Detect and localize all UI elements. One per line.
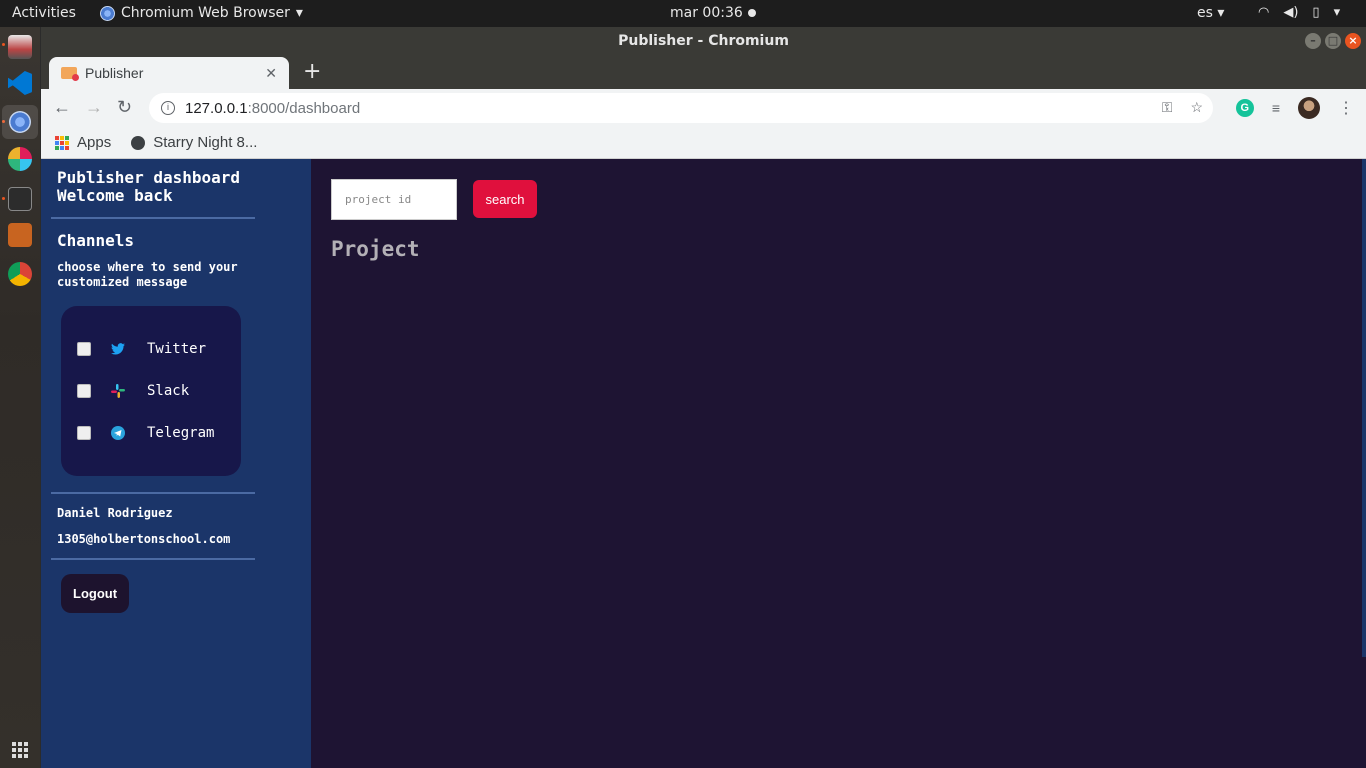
url-host: 127.0.0.1 [185,99,248,117]
chromium-icon [100,5,115,21]
window-titlebar: Publisher - Chromium – □ × [41,27,1366,55]
volume-icon: ◀) [1283,5,1299,20]
key-icon[interactable]: ⚿ [1162,99,1173,116]
reload-icon[interactable]: ↻ [117,97,132,118]
url-path: :8000/dashboard [247,99,361,117]
chromium-icon [9,111,31,133]
back-icon[interactable]: ← [53,97,71,118]
chevron-down-icon: ▾ [1333,5,1341,20]
app-menu[interactable]: Chromium Web Browser ▾ [100,5,303,21]
clock-label: mar 00:36 [670,5,743,21]
browser-menu-icon[interactable]: ⋮ [1338,98,1354,118]
divider [51,558,255,560]
welcome-text: Welcome back [57,186,173,205]
close-window-icon[interactable]: × [1345,33,1361,49]
sidebar-title: Publisher dashboard Welcome back [57,169,311,205]
media-queue-icon[interactable]: ≡ [1272,100,1280,116]
bookmark-apps[interactable]: Apps [55,134,111,151]
omnibox-actions: ⚿ ☆ [1162,99,1203,116]
system-tray[interactable]: ◠ ◀) ▯ ▾ [1258,5,1340,20]
toolbar-extensions: G ≡ ⋮ [1235,97,1354,119]
project-heading: Project [331,237,420,261]
notification-dot-icon [747,9,756,17]
show-apps-icon[interactable] [12,742,28,758]
wifi-icon: ◠ [1258,5,1270,20]
profile-avatar[interactable] [1298,97,1320,119]
sidebar: Publisher dashboard Welcome back Channel… [41,159,311,768]
bookmark-starry-night[interactable]: Starry Night 8... [131,134,257,151]
channel-label: Slack [147,383,190,399]
bookmark-apps-label: Apps [77,134,112,151]
browser-toolbar: ← → ↻ i 127.0.0.1:8000/dashboard ⚿ ☆ G ≡… [41,89,1366,127]
channel-label: Telegram [147,425,215,441]
slack-icon[interactable] [8,147,32,171]
tab-title: Publisher [85,65,144,81]
telegram-icon [111,426,125,440]
telegram-checkbox[interactable] [77,426,91,440]
system-top-bar: Activities Chromium Web Browser ▾ mar 00… [0,0,1366,27]
running-indicator [2,43,5,46]
bookmarks-bar: Apps Starry Night 8... [41,127,1366,159]
web-page: Publisher dashboard Welcome back Channel… [41,159,1366,768]
project-id-input[interactable] [331,179,457,220]
address-bar[interactable]: i 127.0.0.1:8000/dashboard ⚿ ☆ [149,93,1213,123]
app-menu-label: Chromium Web Browser [121,5,290,21]
channels-heading: Channels [57,231,135,250]
twitter-icon [111,342,125,356]
clock[interactable]: mar 00:36 [670,5,756,21]
channel-item-slack: Slack [77,370,241,412]
forward-icon[interactable]: → [85,97,103,118]
slack-checkbox[interactable] [77,384,91,398]
minimize-icon[interactable]: – [1305,33,1321,49]
files-icon[interactable] [8,35,32,59]
main-content: search Project [311,159,1366,768]
channels-description: choose where to send your customized mes… [57,260,238,289]
dock [0,27,40,768]
slack-icon [111,384,125,398]
software-icon[interactable] [8,223,32,247]
search-button[interactable]: search [473,180,537,218]
user-email: 1305@holbertonschool.com [57,532,231,546]
channel-label: Twitter [147,341,207,357]
bookmark-starry-label: Starry Night 8... [153,134,258,151]
bookmark-star-icon[interactable]: ☆ [1190,99,1203,116]
running-indicator [2,197,5,200]
channel-item-twitter: Twitter [77,328,241,370]
channel-list: Twitter Slack Telegram [61,306,241,476]
maximize-icon[interactable]: □ [1325,33,1341,49]
favicon-icon [61,67,79,81]
channel-item-telegram: Telegram [77,412,241,454]
chrome-icon[interactable] [8,262,32,286]
tab-publisher[interactable]: Publisher ✕ [49,57,289,89]
dashboard-title: Publisher dashboard [57,168,241,187]
window-title: Publisher - Chromium [618,33,789,49]
vscode-icon[interactable] [8,71,32,95]
chromium-dock-item[interactable] [2,105,38,139]
language-label: es [1197,5,1213,21]
new-tab-icon[interactable]: + [303,59,321,84]
divider [51,492,255,494]
globe-icon [131,135,146,150]
close-tab-icon[interactable]: ✕ [265,65,277,82]
chevron-down-icon: ▾ [295,5,303,21]
window-controls: – □ × [1305,33,1361,49]
tab-strip: Publisher ✕ + [41,55,1366,89]
scrollbar[interactable] [1362,159,1366,657]
twitter-checkbox[interactable] [77,342,91,356]
logout-button[interactable]: Logout [61,574,130,613]
language-indicator[interactable]: es ▾ [1197,5,1224,21]
user-name: Daniel Rodriguez [57,506,173,520]
terminal-icon[interactable] [8,187,32,211]
divider [51,217,255,219]
apps-grid-icon [55,135,69,150]
grammarly-icon[interactable]: G [1235,99,1254,117]
site-info-icon[interactable]: i [161,101,175,115]
activities-button[interactable]: Activities [12,5,76,21]
battery-icon: ▯ [1312,5,1320,20]
browser-window: Publisher - Chromium – □ × Publisher ✕ +… [41,27,1366,768]
